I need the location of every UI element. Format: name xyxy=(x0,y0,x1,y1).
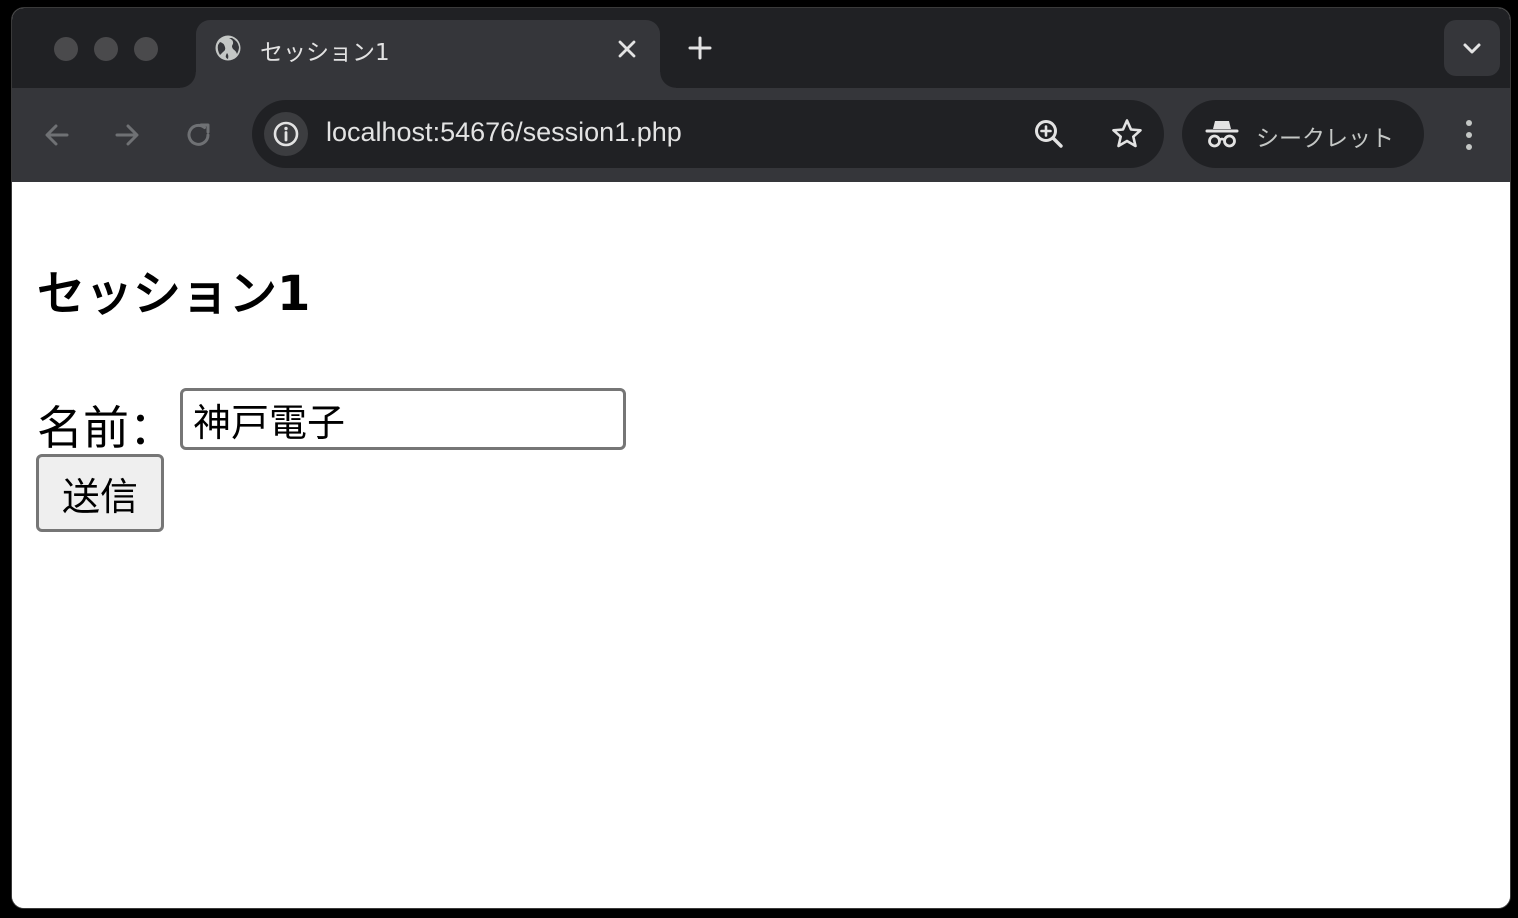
zoom-in-icon[interactable] xyxy=(1032,117,1066,151)
page-content: セッション1 名前： 送信 xyxy=(12,182,1510,908)
forward-arrow-icon[interactable] xyxy=(110,118,144,152)
profile-label: シークレット xyxy=(1256,126,1394,152)
minimize-window-button[interactable] xyxy=(94,37,118,61)
toolbar: localhost:54676/session1.php シークレット xyxy=(12,88,1510,182)
page-title: セッション1 xyxy=(37,266,311,322)
new-tab-icon[interactable] xyxy=(684,32,716,64)
tab-active[interactable]: セッション1 xyxy=(180,20,676,88)
browser-window: セッション1 localhost:54676/session1.php シークレ… xyxy=(12,8,1510,908)
name-label: 名前： xyxy=(37,401,175,455)
submit-button[interactable]: 送信 xyxy=(36,454,164,532)
incognito-icon xyxy=(1205,121,1239,148)
close-window-button[interactable] xyxy=(54,37,78,61)
bookmark-star-icon[interactable] xyxy=(1110,117,1144,151)
site-info-icon[interactable] xyxy=(264,112,308,156)
back-arrow-icon[interactable] xyxy=(40,118,74,152)
close-tab-icon[interactable] xyxy=(614,36,640,62)
tab-title: セッション1 xyxy=(260,40,390,66)
kebab-menu-icon[interactable] xyxy=(1452,116,1486,154)
address-bar[interactable]: localhost:54676/session1.php xyxy=(252,100,1164,168)
zoom-window-button[interactable] xyxy=(134,37,158,61)
tab-search-button[interactable] xyxy=(1444,20,1500,76)
chevron-down-icon xyxy=(1463,43,1481,54)
tab-strip: セッション1 xyxy=(12,8,1510,88)
incognito-profile-button[interactable]: シークレット xyxy=(1182,100,1424,168)
reload-icon[interactable] xyxy=(182,118,216,152)
url-text[interactable]: localhost:54676/session1.php xyxy=(326,117,682,148)
globe-icon xyxy=(214,34,242,62)
name-input[interactable] xyxy=(180,388,626,450)
